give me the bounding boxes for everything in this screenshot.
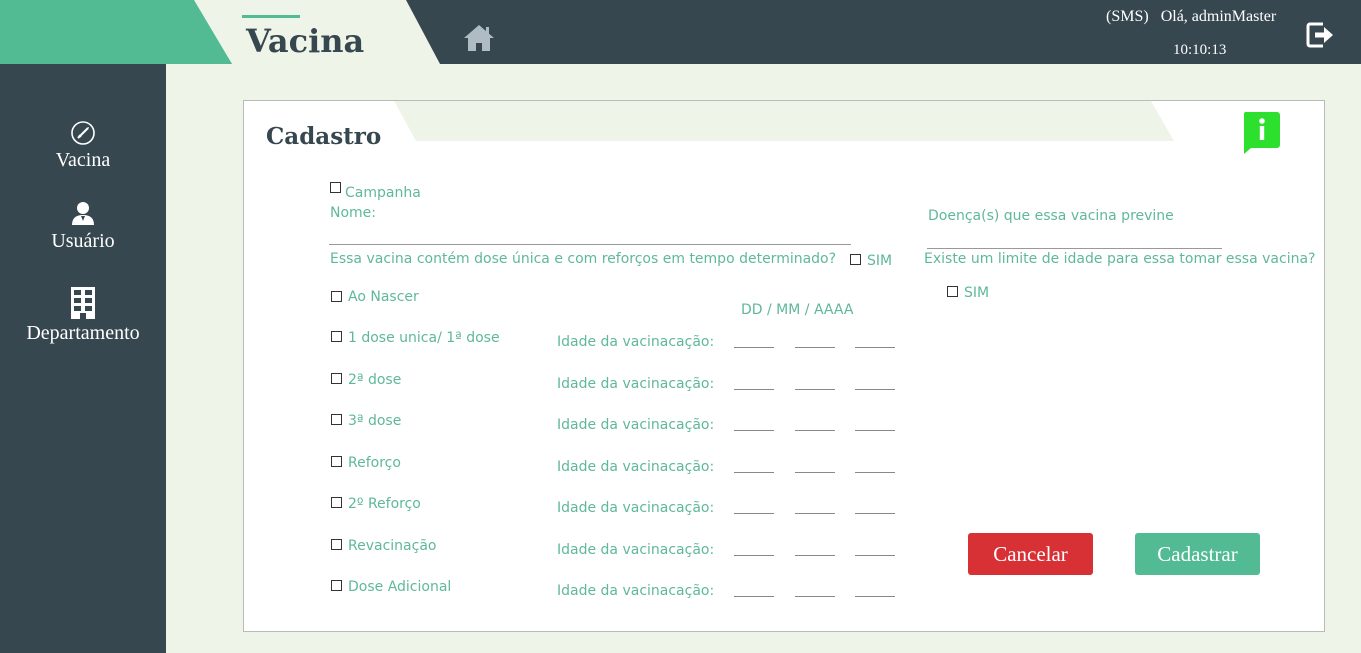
building-icon	[71, 287, 95, 319]
dose-question: Essa vacina contém dose única e com refo…	[330, 251, 837, 267]
dose-checkbox[interactable]	[331, 331, 342, 342]
day-input[interactable]	[734, 472, 774, 473]
submit-button[interactable]: Cadastrar	[1135, 533, 1260, 575]
org-label: (SMS)	[1106, 8, 1149, 25]
month-input[interactable]	[795, 596, 835, 597]
nome-input[interactable]	[329, 244, 851, 245]
dose-checkbox[interactable]	[331, 414, 342, 425]
year-input[interactable]	[855, 596, 895, 597]
dose-label: 2º Reforço	[348, 496, 421, 512]
greeting-label: Olá, adminMaster	[1160, 8, 1277, 25]
age-label: Idade da vacinacação:	[557, 583, 715, 599]
year-input[interactable]	[855, 389, 895, 390]
doencas-input[interactable]	[927, 248, 1222, 249]
year-input[interactable]	[855, 430, 895, 431]
age-label: Idade da vacinacação:	[557, 334, 715, 350]
logout-icon[interactable]	[1305, 20, 1335, 50]
dose-checkbox[interactable]	[331, 539, 342, 550]
dose-label: 1 dose unica/ 1ª dose	[348, 330, 500, 346]
card-title: Cadastro	[266, 123, 382, 150]
age-label: Idade da vacinacação:	[557, 376, 715, 392]
month-input[interactable]	[795, 430, 835, 431]
dose-label: Dose Adicional	[348, 579, 452, 595]
age-label: Idade da vacinacação:	[557, 542, 715, 558]
idade-sim-checkbox[interactable]	[947, 286, 958, 297]
register-card: Cadastro Campanha Nome: Doença(s) que es…	[243, 100, 1325, 632]
month-input[interactable]	[795, 513, 835, 514]
dose-label: Revacinação	[348, 538, 437, 554]
cancel-button[interactable]: Cancelar	[968, 533, 1093, 575]
year-input[interactable]	[855, 347, 895, 348]
sidebar: Vacina Usuário Departamento	[0, 64, 166, 653]
dose-checkbox[interactable]	[331, 456, 342, 467]
dose-label: 2ª dose	[348, 372, 402, 388]
dose-sim-checkbox[interactable]	[850, 254, 861, 265]
doencas-label: Doença(s) que essa vacina previne	[928, 208, 1174, 224]
sidebar-item-label: Vacina	[55, 149, 111, 171]
dose-label: 3ª dose	[348, 413, 402, 429]
year-input[interactable]	[855, 472, 895, 473]
info-icon[interactable]	[1242, 112, 1282, 154]
user-icon	[72, 202, 94, 225]
day-input[interactable]	[734, 596, 774, 597]
month-input[interactable]	[795, 555, 835, 556]
dose-label: Reforço	[348, 455, 401, 471]
year-input[interactable]	[855, 555, 895, 556]
card-header-tab	[394, 101, 1174, 141]
clock: 10:10:13	[1173, 42, 1227, 58]
dose-sim-label: SIM	[867, 253, 893, 269]
dose-checkbox[interactable]	[331, 373, 342, 384]
user-greeting: (SMS) Olá, adminMaster	[1106, 8, 1276, 26]
nome-label: Nome:	[330, 205, 377, 221]
syringe-icon	[71, 121, 95, 145]
month-input[interactable]	[795, 347, 835, 348]
dose-checkbox[interactable]	[331, 497, 342, 508]
sidebar-item-departamento[interactable]: Departamento	[0, 286, 166, 345]
month-input[interactable]	[795, 472, 835, 473]
age-label: Idade da vacinacação:	[557, 500, 715, 516]
campanha-checkbox[interactable]	[330, 182, 341, 193]
day-input[interactable]	[734, 389, 774, 390]
page-title: Vacina	[246, 22, 365, 60]
sidebar-item-label: Usuário	[51, 230, 115, 252]
home-icon[interactable]	[462, 22, 496, 54]
day-input[interactable]	[734, 513, 774, 514]
title-accent-line	[242, 15, 300, 18]
date-format-label: DD / MM / AAAA	[741, 302, 854, 318]
sidebar-item-label: Departamento	[26, 322, 140, 344]
month-input[interactable]	[795, 389, 835, 390]
ao-nascer-label: Ao Nascer	[348, 289, 419, 305]
header-accent	[0, 0, 232, 64]
campanha-label: Campanha	[345, 185, 421, 201]
year-input[interactable]	[855, 513, 895, 514]
sidebar-item-vacina[interactable]: Vacina	[0, 120, 166, 172]
day-input[interactable]	[734, 430, 774, 431]
idade-question: Existe um limite de idade para essa toma…	[924, 251, 1316, 267]
dose-checkbox[interactable]	[331, 580, 342, 591]
ao-nascer-checkbox[interactable]	[331, 291, 342, 302]
sidebar-item-usuario[interactable]: Usuário	[0, 200, 166, 253]
day-input[interactable]	[734, 555, 774, 556]
day-input[interactable]	[734, 347, 774, 348]
age-label: Idade da vacinacação:	[557, 459, 715, 475]
age-label: Idade da vacinacação:	[557, 417, 715, 433]
idade-sim-label: SIM	[964, 285, 990, 301]
